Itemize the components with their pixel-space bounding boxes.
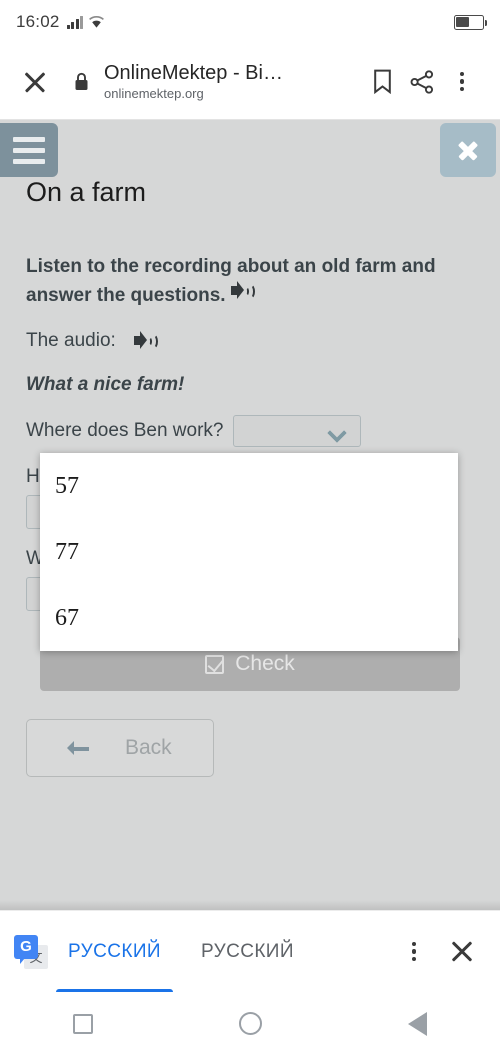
- share-button[interactable]: [402, 62, 442, 102]
- web-page-content: On a farm Listen to the recording about …: [0, 120, 500, 910]
- page-topbar: [0, 120, 500, 182]
- bookmark-icon: [373, 69, 391, 94]
- dropdown-option[interactable]: 77: [40, 519, 458, 585]
- share-icon: [410, 69, 434, 94]
- arrow-left-icon: [67, 741, 89, 756]
- recents-button[interactable]: [73, 1013, 93, 1034]
- browser-overflow-button[interactable]: [442, 62, 482, 102]
- translate-tab-source[interactable]: РУССКИЙ: [48, 911, 181, 993]
- address-bar[interactable]: OnlineMektep - Bi… onlinemektep.org: [104, 62, 362, 101]
- translate-close-button[interactable]: [438, 928, 486, 976]
- speaker-icon[interactable]: [230, 281, 256, 301]
- dropdown-option[interactable]: 67: [40, 585, 458, 651]
- status-icons: [66, 15, 106, 29]
- close-tab-button[interactable]: [18, 65, 52, 99]
- bookmark-button[interactable]: [362, 62, 402, 102]
- dropdown-option[interactable]: 57: [40, 453, 458, 519]
- android-nav-bar: [0, 992, 500, 1055]
- close-icon: [456, 138, 480, 162]
- question-1-select[interactable]: [232, 415, 361, 448]
- back-button-wrap: Back: [0, 719, 500, 778]
- checkbox-icon: [205, 654, 225, 674]
- status-time: 16:02: [16, 12, 60, 31]
- translate-overflow-button[interactable]: [390, 928, 438, 976]
- lock-icon: [70, 72, 92, 91]
- select-dropdown[interactable]: 57 77 67: [40, 453, 458, 651]
- back-button-label: Back: [125, 736, 172, 760]
- instruction-text: Listen to the recording about an old far…: [26, 254, 474, 310]
- question-1-label: Where does Ben work?: [26, 420, 224, 442]
- back-button[interactable]: Back: [26, 719, 214, 778]
- audio-row: The audio:: [26, 330, 474, 352]
- screen: 16:02 OnlineMektep - Bi… onlinemektep.or…: [0, 0, 500, 1055]
- more-vertical-icon: [411, 939, 417, 964]
- browser-toolbar: OnlineMektep - Bi… onlinemektep.org: [0, 44, 500, 120]
- transcript-heading: What a nice farm!: [26, 374, 185, 396]
- check-button-label: Check: [235, 652, 295, 676]
- page-title: OnlineMektep - Bi…: [104, 62, 283, 84]
- translate-tab-target-label: РУССКИЙ: [200, 940, 294, 962]
- audio-label: The audio:: [26, 330, 116, 352]
- question-1: Where does Ben work?: [26, 415, 474, 448]
- cellular-signal-icon: [66, 16, 84, 29]
- close-icon: [448, 938, 476, 966]
- status-bar: 16:02: [0, 0, 500, 44]
- back-nav-button[interactable]: [408, 1011, 427, 1036]
- page-url: onlinemektep.org: [104, 86, 204, 101]
- hamburger-menu-icon[interactable]: [0, 123, 58, 177]
- google-translate-icon: 文 G: [14, 934, 48, 969]
- home-button[interactable]: [239, 1012, 262, 1035]
- question-2-label: H: [26, 466, 40, 488]
- speaker-icon[interactable]: [133, 331, 159, 351]
- wifi-icon: [89, 16, 104, 28]
- battery-icon: [454, 14, 488, 30]
- translate-tab-source-label: РУССКИЙ: [68, 940, 161, 962]
- more-vertical-icon: [459, 69, 465, 94]
- page-close-button[interactable]: [440, 123, 496, 177]
- translate-bar: 文 G РУССКИЙ РУССКИЙ: [0, 910, 500, 993]
- translate-tab-target[interactable]: РУССКИЙ: [181, 911, 314, 993]
